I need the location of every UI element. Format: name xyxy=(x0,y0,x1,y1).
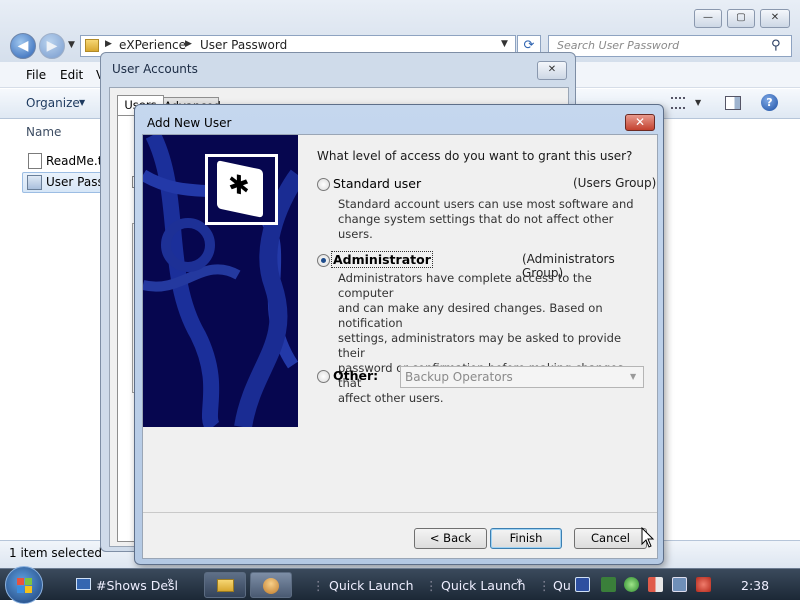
taskbar-item[interactable]: #Shows Desl xyxy=(96,578,178,593)
administrator-label[interactable]: Administrator xyxy=(331,251,433,268)
group-dropdown[interactable]: Backup Operators ▼ xyxy=(400,366,644,388)
organize-chevron-icon[interactable]: ▼ xyxy=(79,98,85,107)
address-dropdown-icon[interactable]: ▼ xyxy=(501,39,508,49)
text-file-icon xyxy=(28,153,42,169)
breadcrumb-arrow-icon: ▶ xyxy=(105,39,112,49)
overflow-chevron-icon[interactable]: » xyxy=(167,574,174,587)
show-desktop-icon[interactable] xyxy=(76,578,91,590)
minimize-button[interactable]: — xyxy=(694,9,722,28)
language-bar-icon[interactable] xyxy=(575,577,590,592)
breadcrumb-arrow-icon: ▶ xyxy=(185,39,192,49)
start-button[interactable] xyxy=(5,566,43,604)
taskbar-item[interactable]: Quick Launch xyxy=(441,578,526,593)
standard-user-radio[interactable] xyxy=(317,178,330,191)
group-dropdown-value: Backup Operators xyxy=(405,370,513,384)
mouse-cursor-icon xyxy=(641,527,655,548)
wizard-banner-image: ✱ xyxy=(143,135,298,427)
wizard-body: ✱ What level of access do you want to gr… xyxy=(142,134,658,559)
overflow-chevron-icon[interactable]: » xyxy=(516,574,523,587)
security-center-icon[interactable] xyxy=(624,577,639,592)
search-input[interactable]: Search User Password xyxy=(548,35,792,57)
help-icon[interactable]: ? xyxy=(761,94,778,111)
key-frame: ✱ xyxy=(205,154,278,225)
folder-icon xyxy=(85,39,99,52)
forward-nav-icon[interactable]: ▶ xyxy=(39,33,65,59)
toolbar-grip-icon: ⋮ xyxy=(425,578,438,593)
toolbar-grip-icon: ⋮ xyxy=(312,578,325,593)
toolbar-grip-icon: ⋮ xyxy=(538,578,551,593)
access-question: What level of access do you want to gran… xyxy=(317,149,633,163)
maximize-button[interactable]: ▢ xyxy=(727,9,755,28)
other-radio[interactable] xyxy=(317,370,330,383)
taskbar-item[interactable]: Quick Launch xyxy=(329,578,414,593)
dialog-title: Add New User xyxy=(147,116,232,130)
views-chevron-icon[interactable]: ▼ xyxy=(695,98,701,107)
standard-user-label[interactable]: Standard user xyxy=(333,176,421,191)
organize-button[interactable]: Organize xyxy=(26,96,80,110)
search-icon[interactable]: ⚲ xyxy=(771,38,781,53)
taskbar: #Shows Desl » ⋮ Quick Launch ⋮ Quick Lau… xyxy=(0,566,800,604)
users-icon xyxy=(263,578,279,594)
views-icon[interactable] xyxy=(671,97,685,109)
menu-file[interactable]: File xyxy=(26,68,46,82)
dialog-title: User Accounts xyxy=(112,62,198,76)
close-button[interactable]: ✕ xyxy=(537,61,567,80)
network-icon[interactable] xyxy=(672,577,687,592)
clock[interactable]: 2:38 xyxy=(741,578,769,593)
taskbar-explorer-button[interactable] xyxy=(204,572,246,598)
cancel-button[interactable]: Cancel xyxy=(574,528,647,549)
keyboard-icon[interactable] xyxy=(601,577,616,592)
standard-user-description: Standard account users can use most soft… xyxy=(338,197,634,241)
back-button[interactable]: < Back xyxy=(414,528,487,549)
volume-muted-icon[interactable] xyxy=(696,577,711,592)
column-header-name[interactable]: Name xyxy=(26,125,61,139)
taskbar-user-accounts-button[interactable] xyxy=(250,572,292,598)
other-label[interactable]: Other: xyxy=(333,368,378,383)
close-button[interactable]: ✕ xyxy=(760,9,790,28)
action-center-flag-icon[interactable] xyxy=(648,577,663,592)
breadcrumb-item[interactable]: eXPerience xyxy=(119,38,186,52)
chevron-down-icon[interactable]: ▼ xyxy=(630,372,636,381)
breadcrumb-item[interactable]: User Password xyxy=(200,38,287,52)
menu-edit[interactable]: Edit xyxy=(60,68,83,82)
shortcut-file-icon xyxy=(27,175,42,190)
status-text: 1 item selected xyxy=(9,546,103,560)
add-new-user-dialog: Add New User ✕ ✱ What level of access do… xyxy=(134,104,664,565)
taskbar-item[interactable]: Qu xyxy=(553,578,571,593)
users-group-label: (Users Group) xyxy=(573,176,657,190)
key-icon: ✱ xyxy=(217,160,263,218)
folder-icon xyxy=(217,579,234,592)
recent-pages-chevron-icon[interactable]: ▼ xyxy=(68,40,75,50)
finish-button[interactable]: Finish xyxy=(490,528,562,549)
preview-pane-icon[interactable] xyxy=(725,96,741,110)
administrator-radio[interactable] xyxy=(317,254,330,267)
close-button[interactable]: ✕ xyxy=(625,114,655,131)
back-nav-icon[interactable]: ◀ xyxy=(10,33,36,59)
divider xyxy=(143,512,657,513)
